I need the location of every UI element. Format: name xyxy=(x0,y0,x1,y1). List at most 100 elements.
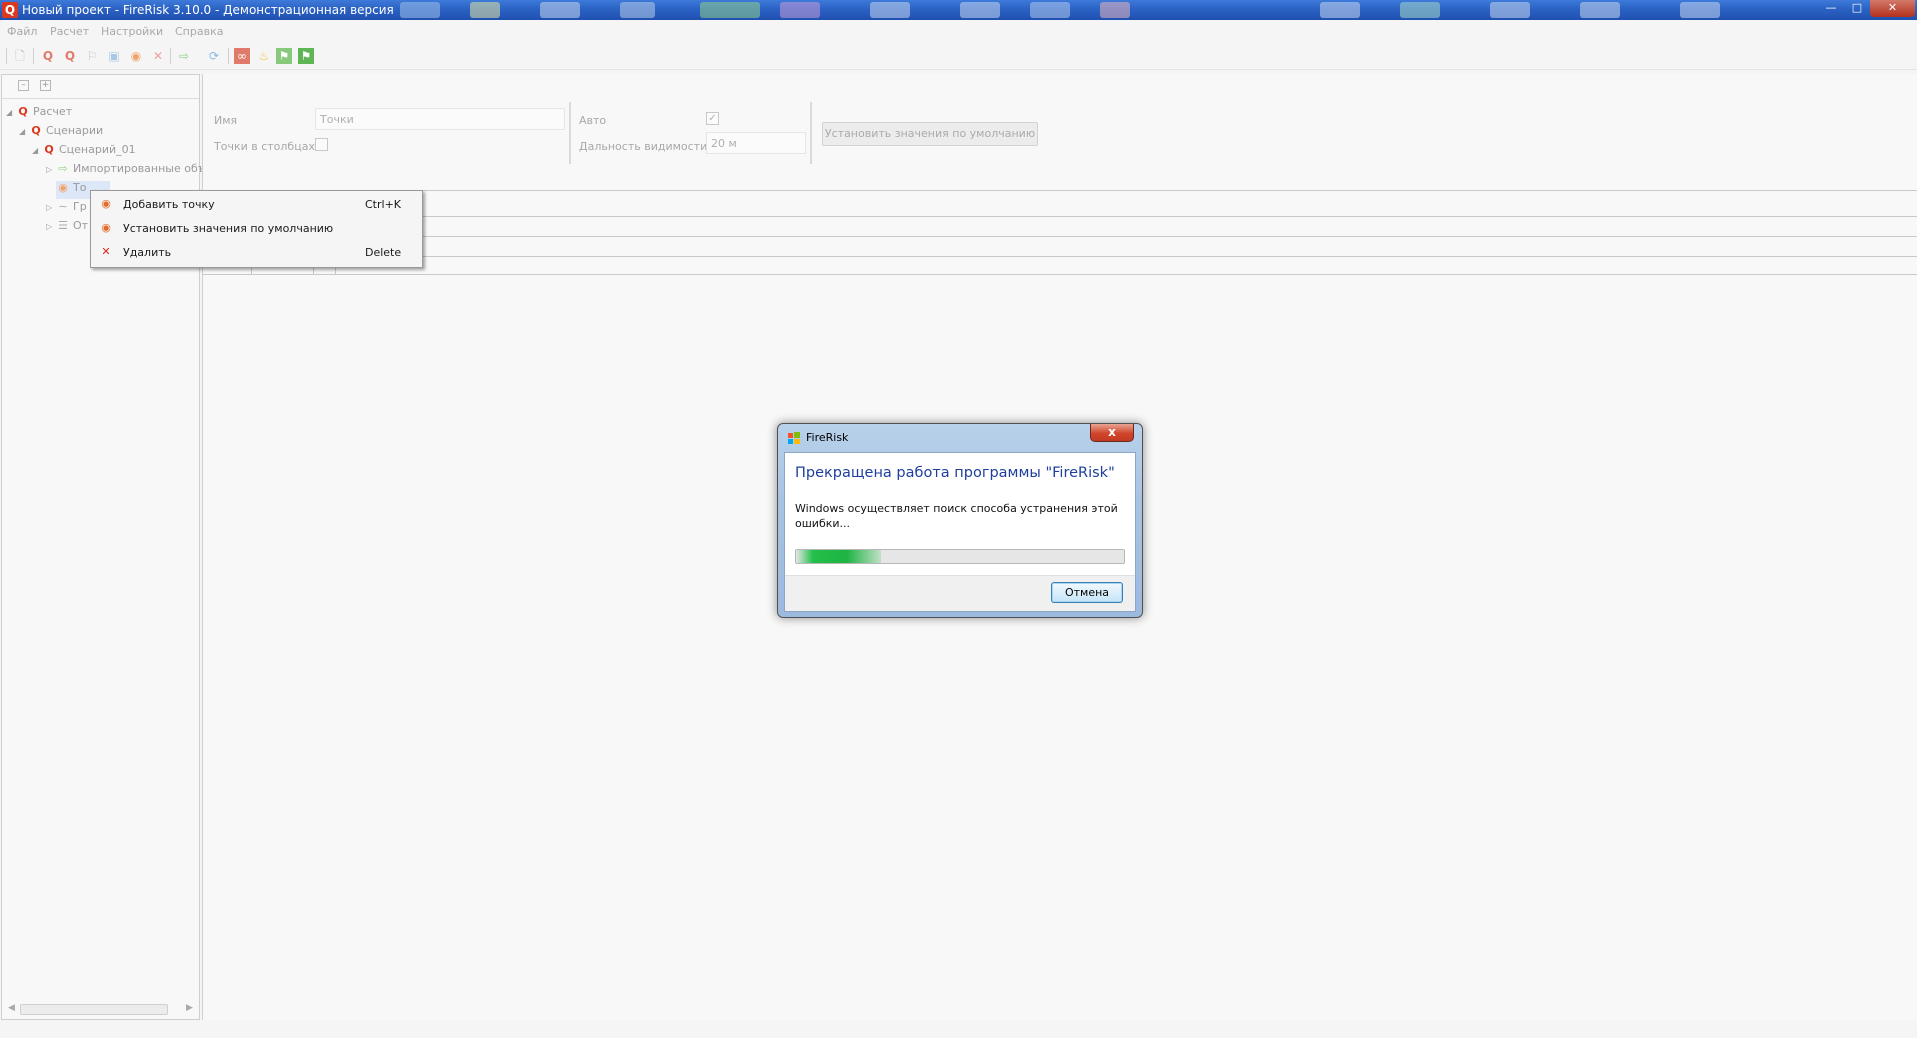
taskbar-blur xyxy=(1100,2,1130,18)
table-border xyxy=(203,256,1917,257)
calc-icon[interactable]: ∞ xyxy=(234,48,250,64)
close-window-button[interactable]: ✕ xyxy=(1870,0,1915,17)
import-icon: ⇨ xyxy=(58,162,68,175)
export-icon[interactable]: ⇨ xyxy=(176,48,192,64)
menu-item-shortcut: Delete xyxy=(365,246,402,259)
menu-item-delete[interactable]: ✕ Удалить Delete xyxy=(91,241,422,265)
taskbar-blur xyxy=(960,2,1000,18)
new-document-icon[interactable]: 🗋 xyxy=(12,48,28,64)
points-in-columns-checkbox[interactable] xyxy=(315,138,328,151)
maximize-button[interactable]: □ xyxy=(1844,0,1870,17)
set-defaults-button[interactable]: Установить значения по умолчанию xyxy=(822,122,1038,146)
expand-all-icon[interactable]: + xyxy=(40,80,51,91)
menu-item-label: Удалить xyxy=(123,246,172,259)
table-border xyxy=(203,216,1917,217)
title-bar: Q Новый проект - FireRisk 3.10.0 - Демон… xyxy=(0,0,1917,20)
taskbar-blur xyxy=(1580,2,1620,18)
save-project-icon[interactable]: Q xyxy=(62,48,78,64)
expand-arrow-icon[interactable]: ◢ xyxy=(6,108,16,117)
delete-icon: ✕ xyxy=(101,245,111,258)
window-icon[interactable]: ▣ xyxy=(106,48,122,64)
point-icon: ◉ xyxy=(101,197,111,210)
progress-fill xyxy=(796,550,882,563)
dialog-close-button[interactable]: x xyxy=(1090,424,1134,442)
cancel-button[interactable]: Отмена xyxy=(1051,582,1123,603)
tree-horizontal-scrollbar[interactable]: ◀ ▶ xyxy=(8,1003,194,1016)
taskbar-blur xyxy=(700,2,760,18)
fire-icon[interactable]: ♨ xyxy=(256,48,272,64)
menu-calculation[interactable]: Расчет xyxy=(50,25,89,38)
dialog-body: Прекращена работа программы "FireRisk" W… xyxy=(784,452,1136,612)
progress-bar xyxy=(795,549,1125,564)
name-input[interactable] xyxy=(315,108,565,130)
menu-bar: Файл Расчет Настройки Справка xyxy=(0,20,1917,42)
tree-item-scenarios[interactable]: ◢ Q Сценарии xyxy=(19,124,103,142)
tree-item-label: Сценарий_01 xyxy=(59,143,136,156)
taskbar-blur xyxy=(1680,2,1720,18)
taskbar-blur xyxy=(620,2,655,18)
expand-arrow-icon[interactable]: ◢ xyxy=(19,127,29,136)
name-label: Имя xyxy=(214,114,238,127)
auto-checkbox[interactable]: ✓ xyxy=(706,112,719,125)
point-icon[interactable]: ◉ xyxy=(128,48,144,64)
visibility-distance-label: Дальность видимости xyxy=(579,140,708,153)
tree-item-reports[interactable]: ▷ ☰ От xyxy=(46,219,88,237)
tree-item-label: Расчет xyxy=(33,105,73,118)
delete-icon[interactable]: ✕ xyxy=(150,48,166,64)
taskbar-blur xyxy=(870,2,910,18)
tree-item-imported-objects[interactable]: ▷ ⇨ Импортированные объ xyxy=(46,162,206,180)
tree-item-scenario-01[interactable]: ◢ Q Сценарий_01 xyxy=(32,143,136,161)
app-logo-icon: Q xyxy=(2,2,18,18)
context-menu: ◉ Добавить точку Ctrl+K ◉ Установить зна… xyxy=(90,190,423,268)
separator xyxy=(810,102,812,164)
scroll-right-icon[interactable]: ▶ xyxy=(186,1003,193,1013)
point-icon: ◉ xyxy=(58,181,68,194)
menu-item-set-defaults[interactable]: ◉ Установить значения по умолчанию xyxy=(91,217,422,241)
taskbar-blur xyxy=(780,2,820,18)
refresh-icon[interactable]: ⟳ xyxy=(206,48,222,64)
collapsed-arrow-icon[interactable]: ▷ xyxy=(46,222,56,231)
menu-item-add-point[interactable]: ◉ Добавить точку Ctrl+K xyxy=(91,193,422,217)
running-man-icon[interactable]: ⚐ xyxy=(84,48,100,64)
evacuation-icon[interactable]: ⚑ xyxy=(276,48,292,64)
tree-item-label: От xyxy=(73,219,89,232)
tree-item-label: То xyxy=(73,181,87,194)
menu-settings[interactable]: Настройки xyxy=(101,25,163,38)
tree-item-calculation[interactable]: ◢ Q Расчет xyxy=(6,105,72,123)
q-logo-icon: Q xyxy=(31,124,41,137)
toolbar-separator xyxy=(170,48,171,64)
q-logo-icon: Q xyxy=(18,105,28,118)
taskbar-blur xyxy=(1320,2,1360,18)
scroll-left-icon[interactable]: ◀ xyxy=(8,1003,15,1013)
minimize-button[interactable]: — xyxy=(1818,0,1844,17)
taskbar-blur xyxy=(1490,2,1530,18)
visibility-distance-input[interactable] xyxy=(706,132,806,154)
collapsed-arrow-icon[interactable]: ▷ xyxy=(46,203,56,212)
menu-item-label: Добавить точку xyxy=(123,198,215,211)
scrollbar-thumb[interactable] xyxy=(20,1004,168,1015)
menu-help[interactable]: Справка xyxy=(175,25,223,38)
collapse-all-icon[interactable]: – xyxy=(18,80,29,91)
open-project-icon[interactable]: Q xyxy=(40,48,56,64)
dialog-footer: Отмена xyxy=(785,575,1135,611)
taskbar-blur xyxy=(470,2,500,18)
menu-item-shortcut: Ctrl+K xyxy=(365,198,402,211)
table-border xyxy=(203,190,1917,191)
toolbar-separator xyxy=(33,48,34,64)
taskbar-blur xyxy=(1400,2,1440,18)
tree-item-graphs[interactable]: ▷ ∼ Гр xyxy=(46,200,87,218)
collapsed-arrow-icon[interactable]: ▷ xyxy=(46,165,56,174)
evacuation-green-icon[interactable]: ⚑ xyxy=(298,48,314,64)
taskbar-blur xyxy=(540,2,580,18)
error-dialog: FireRisk x Прекращена работа программы "… xyxy=(777,423,1143,618)
chart-icon: ∼ xyxy=(58,200,68,213)
tree-item-label: Гр xyxy=(73,200,87,213)
taskbar-blur xyxy=(400,2,440,18)
toolbar: 🗋 Q Q ⚐ ▣ ◉ ✕ ⇨ ⟳ ∞ ♨ ⚑ ⚑ xyxy=(0,42,1917,70)
toolbar-separator xyxy=(6,48,7,64)
point-icon: ◉ xyxy=(101,221,111,234)
expand-arrow-icon[interactable]: ◢ xyxy=(32,146,42,155)
menu-file[interactable]: Файл xyxy=(7,25,37,38)
tree-toolbar: – + xyxy=(2,75,199,99)
dialog-heading: Прекращена работа программы "FireRisk" xyxy=(795,465,1115,481)
